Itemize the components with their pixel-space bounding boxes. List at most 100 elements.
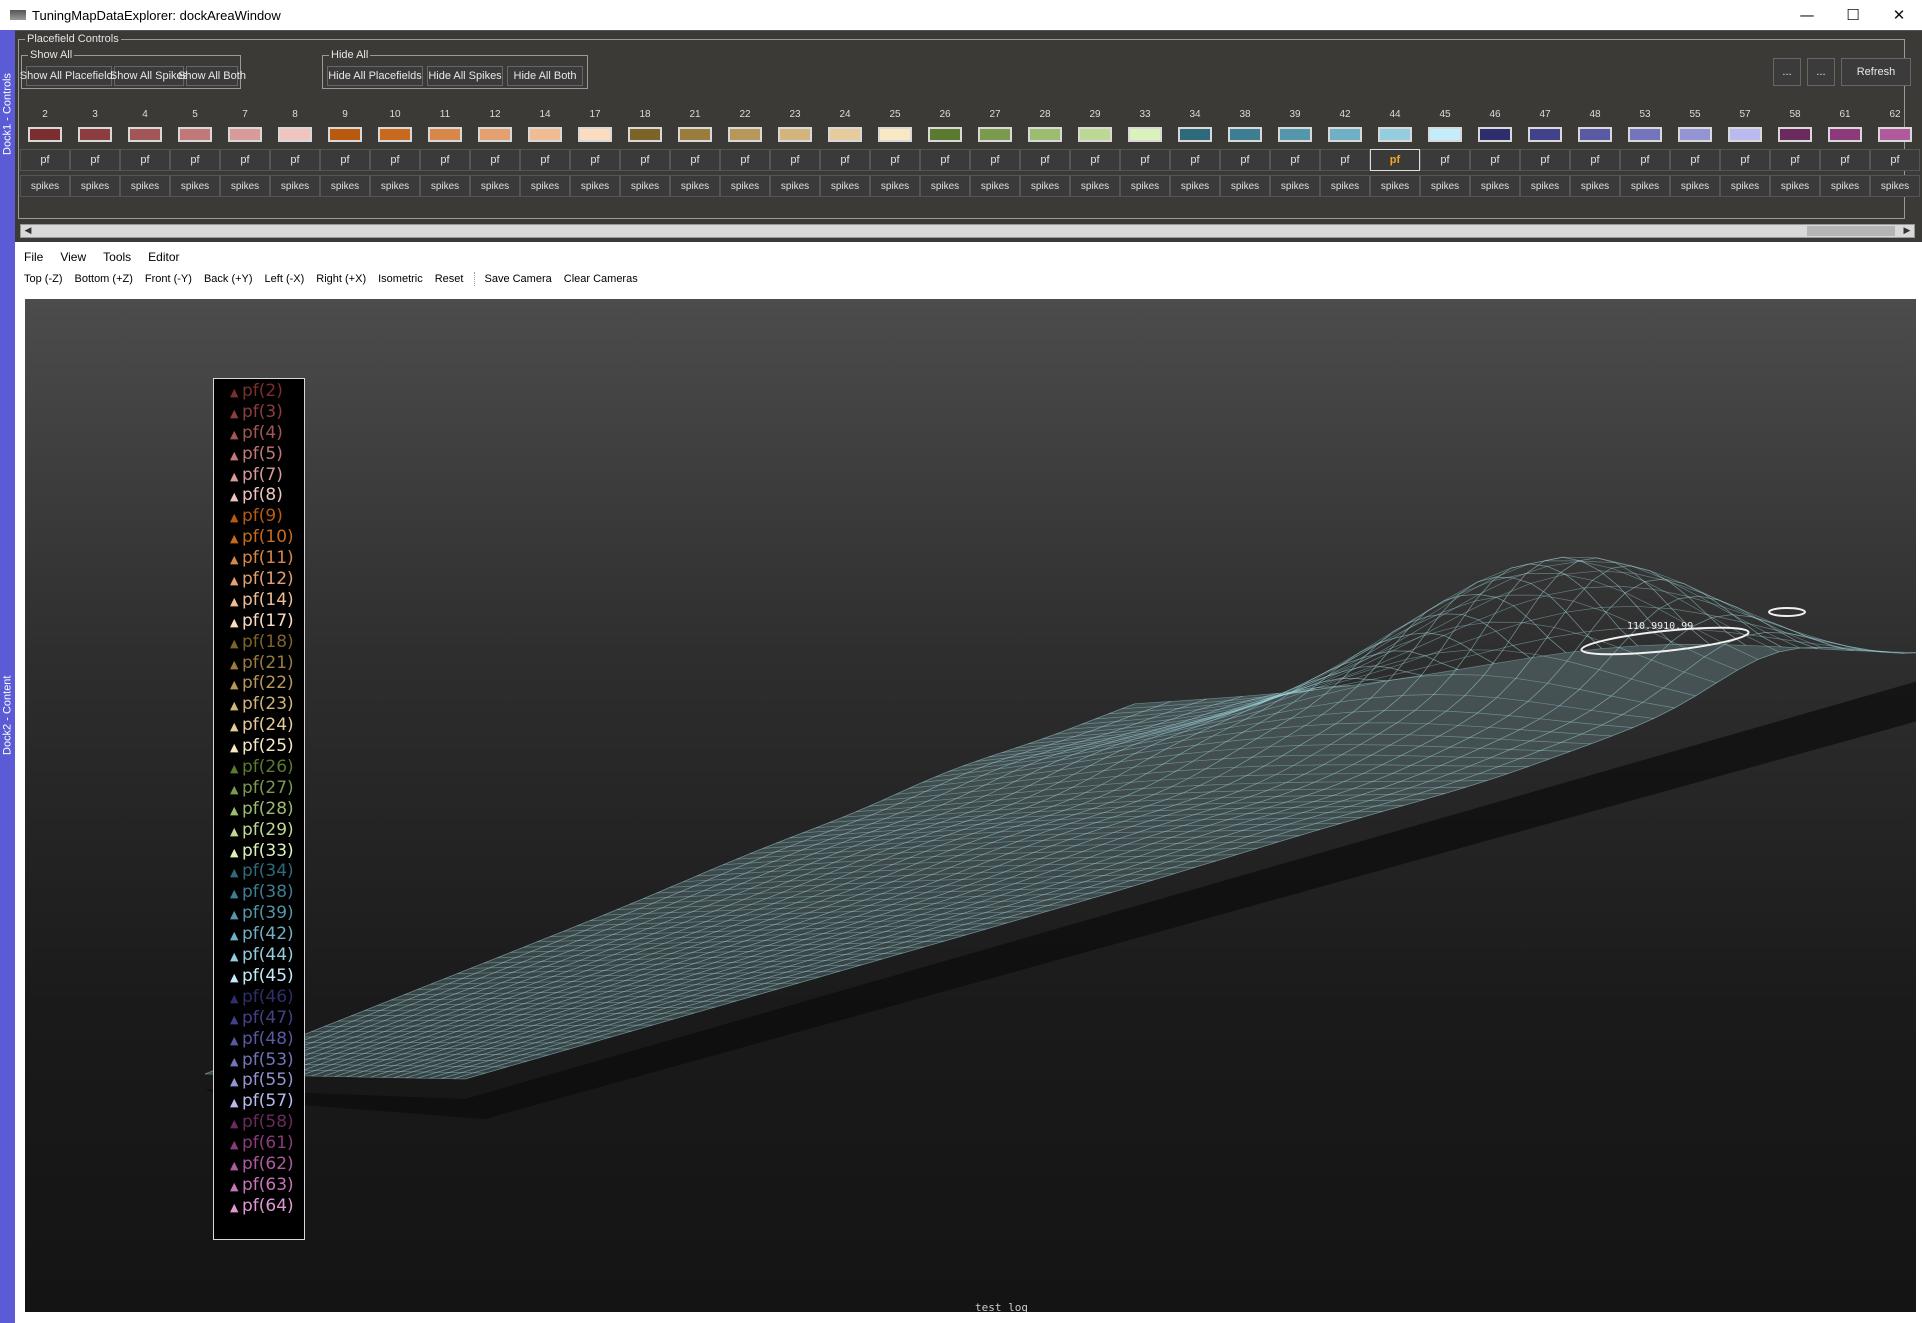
color-swatch-button[interactable]: [1428, 127, 1462, 142]
view-isometric-button[interactable]: Isometric: [378, 273, 423, 285]
color-swatch-button[interactable]: [1578, 127, 1612, 142]
spikes-toggle-button[interactable]: spikes: [270, 175, 320, 197]
color-swatch-button[interactable]: [228, 127, 262, 142]
spikes-toggle-button[interactable]: spikes: [1020, 175, 1070, 197]
color-swatch-button[interactable]: [1678, 127, 1712, 142]
clear-cameras-button[interactable]: Clear Cameras: [564, 273, 638, 285]
spikes-toggle-button[interactable]: spikes: [470, 175, 520, 197]
pf-toggle-button[interactable]: pf: [1420, 149, 1470, 171]
color-swatch-button[interactable]: [1178, 127, 1212, 142]
pf-toggle-button[interactable]: pf: [320, 149, 370, 171]
color-swatch-button[interactable]: [328, 127, 362, 142]
spikes-toggle-button[interactable]: spikes: [1520, 175, 1570, 197]
color-swatch-button[interactable]: [1228, 127, 1262, 142]
spikes-toggle-button[interactable]: spikes: [770, 175, 820, 197]
dock2-content-tab[interactable]: Dock2 - Content: [0, 590, 15, 840]
spikes-toggle-button[interactable]: spikes: [670, 175, 720, 197]
color-swatch-button[interactable]: [428, 127, 462, 142]
color-swatch-button[interactable]: [1328, 127, 1362, 142]
refresh-button[interactable]: Refresh: [1841, 58, 1911, 86]
color-swatch-button[interactable]: [1878, 127, 1912, 142]
color-swatch-button[interactable]: [978, 127, 1012, 142]
spikes-toggle-button[interactable]: spikes: [320, 175, 370, 197]
spikes-toggle-button[interactable]: spikes: [1670, 175, 1720, 197]
spikes-toggle-button[interactable]: spikes: [1270, 175, 1320, 197]
horizontal-scrollbar[interactable]: ◀ ▶: [20, 224, 1915, 238]
pf-toggle-button[interactable]: pf: [120, 149, 170, 171]
pf-toggle-button[interactable]: pf: [620, 149, 670, 171]
color-swatch-button[interactable]: [178, 127, 212, 142]
pf-toggle-button[interactable]: pf: [170, 149, 220, 171]
hide-all-placefields-button[interactable]: Hide All Placefields: [327, 66, 423, 86]
color-swatch-button[interactable]: [1528, 127, 1562, 142]
spikes-toggle-button[interactable]: spikes: [1320, 175, 1370, 197]
spikes-toggle-button[interactable]: spikes: [1720, 175, 1770, 197]
more-button-1[interactable]: ...: [1773, 58, 1801, 86]
hide-all-both-button[interactable]: Hide All Both: [507, 66, 583, 86]
pf-toggle-button[interactable]: pf: [1470, 149, 1520, 171]
color-swatch-button[interactable]: [728, 127, 762, 142]
color-swatch-button[interactable]: [578, 127, 612, 142]
spikes-toggle-button[interactable]: spikes: [520, 175, 570, 197]
view-right-button[interactable]: Right (+X): [316, 273, 366, 285]
color-swatch-button[interactable]: [1278, 127, 1312, 142]
view-reset-button[interactable]: Reset: [435, 273, 464, 285]
scroll-left-arrow-icon[interactable]: ◀: [21, 225, 35, 237]
menu-file[interactable]: File: [24, 250, 43, 264]
color-swatch-button[interactable]: [1378, 127, 1412, 142]
pf-toggle-button[interactable]: pf: [420, 149, 470, 171]
3d-viewport[interactable]: ▲ pf(2) ▲ pf(3) ▲ pf(4) ▲ pf(5) ▲ pf(7) ▲ pf(8) ▲ pf(…: [25, 299, 1916, 1312]
more-button-2[interactable]: ...: [1807, 58, 1835, 86]
show-all-placefields-button[interactable]: Show All Placefields: [20, 66, 118, 86]
spikes-toggle-button[interactable]: spikes: [1420, 175, 1470, 197]
menu-editor[interactable]: Editor: [148, 250, 179, 264]
color-swatch-button[interactable]: [928, 127, 962, 142]
menu-view[interactable]: View: [60, 250, 86, 264]
pf-toggle-button[interactable]: pf: [470, 149, 520, 171]
pf-toggle-button[interactable]: pf: [20, 149, 70, 171]
dock1-controls-tab[interactable]: Dock1 - Controls: [0, 30, 15, 198]
color-swatch-button[interactable]: [1728, 127, 1762, 142]
spikes-toggle-button[interactable]: spikes: [870, 175, 920, 197]
color-swatch-button[interactable]: [678, 127, 712, 142]
spikes-toggle-button[interactable]: spikes: [1820, 175, 1870, 197]
pf-toggle-button[interactable]: pf: [1020, 149, 1070, 171]
view-front-button[interactable]: Front (-Y): [145, 273, 192, 285]
pf-toggle-button[interactable]: pf: [1620, 149, 1670, 171]
pf-toggle-button[interactable]: pf: [720, 149, 770, 171]
pf-toggle-button[interactable]: pf: [1370, 149, 1420, 171]
spikes-toggle-button[interactable]: spikes: [970, 175, 1020, 197]
pf-toggle-button[interactable]: pf: [370, 149, 420, 171]
view-top-button[interactable]: Top (-Z): [24, 273, 63, 285]
color-swatch-button[interactable]: [878, 127, 912, 142]
color-swatch-button[interactable]: [478, 127, 512, 142]
spikes-toggle-button[interactable]: spikes: [1120, 175, 1170, 197]
pf-toggle-button[interactable]: pf: [1720, 149, 1770, 171]
pf-toggle-button[interactable]: pf: [1070, 149, 1120, 171]
color-swatch-button[interactable]: [778, 127, 812, 142]
close-button[interactable]: ✕: [1876, 0, 1922, 30]
spikes-toggle-button[interactable]: spikes: [620, 175, 670, 197]
color-swatch-button[interactable]: [528, 127, 562, 142]
scrollbar-thumb[interactable]: [1807, 226, 1895, 236]
show-all-both-button[interactable]: Show All Both: [178, 66, 246, 86]
color-swatch-button[interactable]: [1778, 127, 1812, 142]
spikes-toggle-button[interactable]: spikes: [20, 175, 70, 197]
pf-toggle-button[interactable]: pf: [1220, 149, 1270, 171]
pf-toggle-button[interactable]: pf: [70, 149, 120, 171]
pf-toggle-button[interactable]: pf: [1170, 149, 1220, 171]
spikes-toggle-button[interactable]: spikes: [1370, 175, 1420, 197]
spikes-toggle-button[interactable]: spikes: [920, 175, 970, 197]
spikes-toggle-button[interactable]: spikes: [570, 175, 620, 197]
spikes-toggle-button[interactable]: spikes: [1570, 175, 1620, 197]
color-swatch-button[interactable]: [278, 127, 312, 142]
spikes-toggle-button[interactable]: spikes: [120, 175, 170, 197]
pf-toggle-button[interactable]: pf: [1120, 149, 1170, 171]
color-swatch-button[interactable]: [1628, 127, 1662, 142]
spikes-toggle-button[interactable]: spikes: [720, 175, 770, 197]
pf-toggle-button[interactable]: pf: [1570, 149, 1620, 171]
scroll-right-arrow-icon[interactable]: ▶: [1900, 225, 1914, 237]
color-swatch-button[interactable]: [1828, 127, 1862, 142]
pf-toggle-button[interactable]: pf: [970, 149, 1020, 171]
color-swatch-button[interactable]: [1028, 127, 1062, 142]
